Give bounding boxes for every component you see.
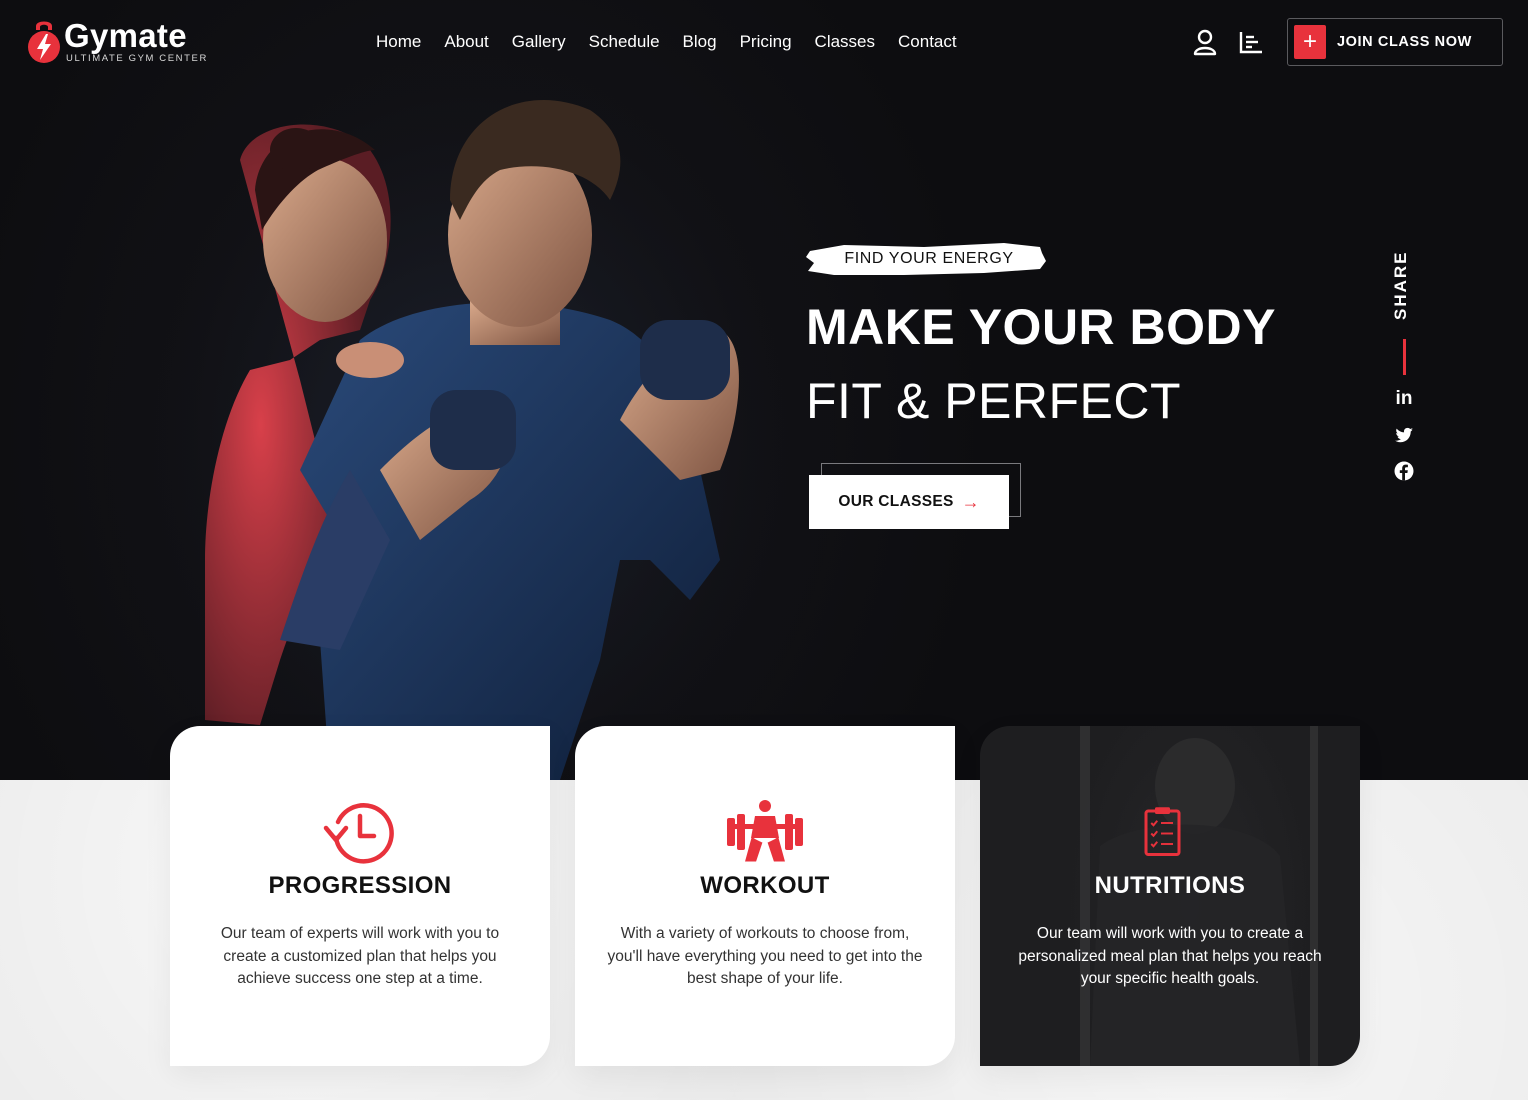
nav-blog[interactable]: Blog — [683, 30, 717, 54]
feature-text: Our team will work with you to create a … — [1018, 925, 1322, 987]
nav-about[interactable]: About — [444, 30, 488, 54]
kettlebell-bolt-icon — [28, 21, 60, 63]
hero-section: Gymate ULTIMATE GYM CENTER Home About Ga… — [0, 0, 1528, 780]
nav-home[interactable]: Home — [376, 30, 421, 54]
share-divider — [1403, 339, 1406, 375]
our-classes-button[interactable]: OUR CLASSES → — [809, 475, 1009, 529]
share-bar: SHARE in — [1385, 245, 1425, 495]
main-nav: Home About Gallery Schedule Blog Pricing… — [376, 30, 980, 54]
plus-icon: + — [1294, 25, 1326, 59]
nav-schedule[interactable]: Schedule — [589, 30, 660, 54]
brand-name: Gymate — [64, 17, 187, 54]
linkedin-icon[interactable]: in — [1394, 389, 1414, 409]
clock-history-icon — [323, 803, 394, 864]
hero-tagline-text: FIND YOUR ENERGY — [844, 250, 1014, 267]
share-label: SHARE — [1391, 250, 1410, 320]
facebook-icon[interactable] — [1394, 461, 1414, 481]
feature-text: Our team of experts will work with you t… — [220, 925, 500, 987]
hero-tagline: FIND YOUR ENERGY — [804, 239, 1048, 279]
hero-athletes-image — [90, 30, 850, 780]
feature-text: With a variety of workouts to choose fro… — [607, 925, 923, 987]
feature-card-workout: WORKOUT With a variety of workouts to ch… — [575, 726, 955, 1066]
nav-classes[interactable]: Classes — [815, 30, 875, 54]
hero-headline-1: MAKE YOUR BODY — [806, 299, 1277, 355]
user-icon[interactable] — [1192, 28, 1218, 56]
hero-headline-2: FIT & PERFECT — [806, 373, 1182, 429]
feature-title: WORKOUT — [700, 872, 830, 899]
weightlifter-icon — [727, 800, 803, 862]
chart-menu-icon[interactable] — [1238, 28, 1264, 56]
feature-title: NUTRITIONS — [1094, 872, 1246, 899]
our-classes-label: OUR CLASSES — [838, 493, 954, 510]
clipboard-checklist-icon — [1144, 807, 1181, 856]
feature-card-nutritions: NUTRITIONS Our team will work with you t… — [980, 726, 1360, 1066]
arrow-right-icon: → — [961, 491, 980, 512]
nav-pricing[interactable]: Pricing — [740, 30, 792, 54]
brand-logo[interactable]: Gymate ULTIMATE GYM CENTER — [26, 18, 208, 66]
nav-gallery[interactable]: Gallery — [512, 30, 566, 54]
feature-card-progression: PROGRESSION Our team of experts will wor… — [170, 726, 550, 1066]
join-class-label: JOIN CLASS NOW — [1337, 34, 1472, 50]
join-class-button[interactable]: + JOIN CLASS NOW — [1287, 18, 1503, 66]
nav-contact[interactable]: Contact — [898, 30, 957, 54]
twitter-icon[interactable] — [1394, 425, 1414, 445]
feature-title: PROGRESSION — [268, 872, 452, 899]
brand-tagline: ULTIMATE GYM CENTER — [66, 53, 208, 64]
